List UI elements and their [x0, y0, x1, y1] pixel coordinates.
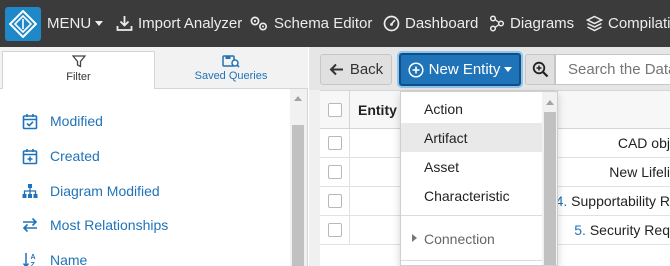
row-name: Security Req — [585, 222, 670, 238]
calendar-plus-icon — [22, 148, 38, 164]
caret-down-icon — [504, 67, 513, 72]
row-text: New Lifeli — [609, 164, 670, 180]
filter-most-relationships[interactable]: Most Relationships — [22, 214, 168, 236]
row-text: 5. Security Req — [574, 222, 670, 238]
row-checkbox[interactable] — [328, 136, 342, 150]
left-panel: Filter Saved Queries Modified Created Di… — [0, 47, 308, 266]
row-number: 5. — [574, 222, 586, 238]
scroll-thumb[interactable] — [544, 112, 556, 265]
filter-diagram-modified[interactable]: Diagram Modified — [22, 180, 160, 202]
nav-dashboard[interactable]: Dashboard — [383, 0, 478, 47]
menu-item-label: Connection — [424, 230, 495, 247]
caret-right-icon — [412, 234, 417, 242]
caret-down-icon — [95, 21, 104, 26]
row-name: New Lifeli — [609, 164, 670, 180]
new-entity-label: New Entity — [428, 61, 501, 78]
funnel-icon — [71, 55, 86, 68]
nav-label: Dashboard — [405, 15, 479, 32]
plus-circle-icon — [408, 61, 424, 78]
nav-compilation[interactable]: Compilatio — [586, 0, 670, 47]
calendar-check-icon — [22, 113, 38, 129]
zoom-button[interactable] — [525, 54, 555, 85]
menu-item-action[interactable]: Action — [401, 94, 542, 123]
scroll-up-icon[interactable] — [294, 96, 302, 101]
filter-label: Created — [50, 148, 100, 164]
menu-divider — [401, 260, 542, 261]
row-checkbox[interactable] — [328, 165, 342, 179]
nav-label: Import Analyzer — [138, 15, 243, 32]
row-name: CAD obj — [617, 135, 670, 151]
tab-filter[interactable]: Filter — [2, 51, 155, 89]
search-input[interactable] — [555, 54, 670, 85]
dropdown-scrollbar[interactable] — [542, 92, 557, 265]
row-checkbox[interactable] — [328, 194, 342, 208]
check-cell — [320, 129, 350, 158]
check-cell — [320, 187, 350, 216]
row-checkbox[interactable] — [328, 223, 342, 237]
menu-item-connection[interactable]: Connection — [401, 224, 542, 253]
header-check-cell — [320, 91, 350, 129]
new-entity-button[interactable]: New Entity — [399, 53, 521, 86]
menu-button[interactable]: MENU — [47, 0, 104, 47]
nav-label: Compilatio — [608, 15, 670, 32]
saved-query-icon — [222, 55, 240, 68]
toolbar: Back New Entity — [309, 47, 670, 90]
filter-label: Most Relationships — [50, 217, 169, 233]
gauge-icon — [383, 15, 400, 32]
filter-label: Name — [50, 252, 88, 266]
select-all-checkbox[interactable] — [328, 103, 342, 117]
menu-item-asset[interactable]: Asset — [401, 152, 542, 181]
nav-label: Schema Editor — [274, 15, 373, 32]
menu-item-label: Action — [424, 100, 463, 117]
scroll-up-icon[interactable] — [546, 100, 554, 105]
check-cell — [320, 216, 350, 245]
exchange-icon — [22, 217, 38, 233]
svg-text:A: A — [31, 254, 36, 261]
menu-item-characteristic[interactable]: Characteristic — [401, 181, 542, 210]
nav-schema-editor[interactable]: Schema Editor — [249, 0, 372, 47]
layers-icon — [586, 15, 603, 32]
svg-text:Z: Z — [31, 262, 36, 266]
menu-item-label: Characteristic — [424, 187, 510, 204]
filter-label: Modified — [50, 113, 103, 129]
nav-import-analyzer[interactable]: Import Analyzer — [116, 0, 242, 47]
menu-item-artifact[interactable]: Artifact — [401, 123, 542, 152]
top-navbar: MENU Import Analyzer Schema Editor Dashb… — [0, 0, 670, 47]
import-icon — [116, 16, 133, 31]
menu-divider — [401, 215, 542, 216]
menu-label: MENU — [47, 15, 92, 32]
filter-created[interactable]: Created — [22, 145, 100, 167]
new-entity-dropdown: Action Artifact Asset Characteristic Con… — [400, 91, 558, 266]
row-text: 4. Supportability R — [556, 193, 670, 209]
filter-label: Diagram Modified — [50, 183, 160, 199]
sitemap-icon — [22, 184, 38, 198]
tab-label: Filter — [66, 71, 91, 83]
filter-modified[interactable]: Modified — [22, 110, 103, 132]
menu-item-label: Artifact — [424, 129, 468, 146]
left-scrollbar[interactable] — [290, 89, 307, 266]
scroll-thumb[interactable] — [292, 125, 304, 266]
check-cell — [320, 158, 350, 187]
menu-item-label: Asset — [424, 158, 460, 175]
nav-diagrams[interactable]: Diagrams — [489, 0, 574, 47]
row-text: CAD obj — [618, 135, 670, 151]
gears-icon — [250, 16, 268, 31]
diagram-icon — [489, 15, 505, 32]
back-label: Back — [349, 61, 384, 78]
left-panel-tabs: Filter Saved Queries — [0, 47, 308, 89]
sort-alpha-icon: AZ — [22, 253, 36, 266]
arrow-left-icon — [329, 63, 343, 76]
filter-list: Modified Created Diagram Modified Most R… — [0, 89, 290, 266]
nav-label: Diagrams — [510, 15, 575, 32]
filter-name[interactable]: AZ Name — [22, 249, 87, 266]
row-name: Supportability R — [567, 193, 670, 209]
column-header-entity[interactable]: Entity — [358, 102, 397, 118]
tab-saved-queries[interactable]: Saved Queries — [157, 51, 305, 89]
zoom-in-icon — [532, 61, 548, 78]
back-button[interactable]: Back — [320, 54, 392, 85]
diamond-logo-icon[interactable] — [5, 7, 41, 41]
tab-label: Saved Queries — [194, 70, 268, 82]
